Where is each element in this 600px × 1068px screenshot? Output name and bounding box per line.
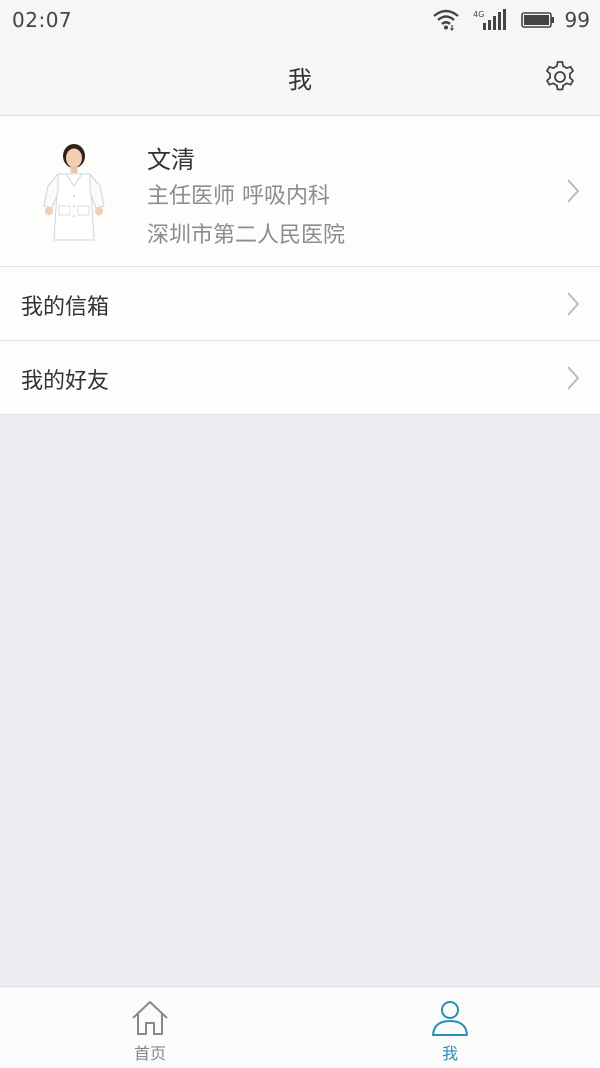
battery-icon (520, 12, 554, 28)
menu-item-label: 我的信箱 (21, 295, 110, 320)
battery-level: 99 (564, 8, 590, 32)
doctor-avatar (22, 136, 126, 248)
doctor-name: 文清 (147, 146, 195, 174)
doctor-hospital: 深圳市第二人民医院 (147, 223, 346, 248)
cellular-signal-icon: 4G (473, 9, 506, 30)
wifi-icon (432, 9, 459, 31)
home-icon (132, 1001, 168, 1035)
chevron-right-icon (567, 292, 580, 316)
page-title: 我 (288, 66, 312, 94)
chevron-right-icon (567, 179, 580, 203)
tab-me-label: 我 (441, 1044, 458, 1063)
menu-item-label: 我的好友 (21, 369, 110, 394)
settings-gear-icon[interactable] (542, 59, 578, 95)
status-time: 02:07 (12, 8, 73, 32)
menu-item-mailbox[interactable]: 我的信箱 (0, 267, 600, 341)
menu-item-friends[interactable]: 我的好友 (0, 341, 600, 415)
nav-header: 我 (0, 40, 600, 116)
status-bar: 02:07 4G 99 (0, 0, 600, 40)
network-type-label: 4G (473, 10, 484, 19)
doctor-title-department: 主任医师 呼吸内科 (147, 184, 330, 209)
person-icon (432, 1001, 468, 1036)
tab-home-label: 首页 (133, 1044, 166, 1063)
tab-me[interactable]: 我 (300, 987, 600, 1068)
status-icons: 4G 99 (432, 6, 590, 34)
bottom-tab-bar: 首页 我 (0, 986, 600, 1068)
chevron-right-icon (567, 366, 580, 390)
tab-home[interactable]: 首页 (0, 987, 300, 1068)
profile-card[interactable]: 文清 主任医师 呼吸内科 深圳市第二人民医院 (0, 116, 600, 267)
